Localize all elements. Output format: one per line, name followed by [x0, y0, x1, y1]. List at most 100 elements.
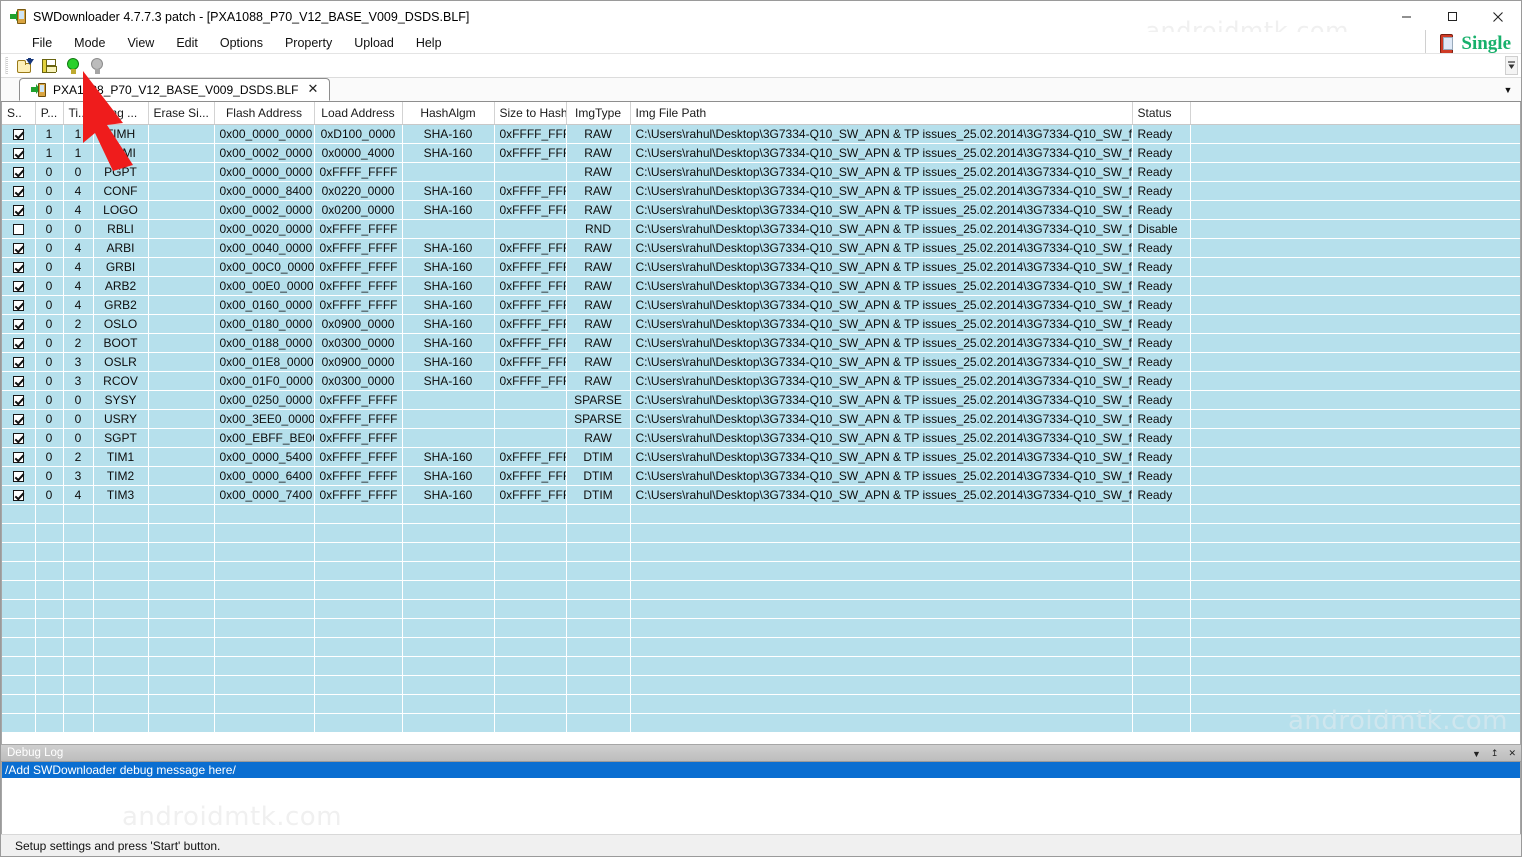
- row-checkbox[interactable]: [12, 261, 24, 273]
- table-row[interactable]: 1 1 OBMI 0x00_0002_0000 0x0000_4000 SHA-160 0x…: [2, 143, 1520, 163]
- row-select-cell[interactable]: [2, 238, 36, 258]
- row-select-cell[interactable]: [2, 124, 36, 144]
- row-checkbox[interactable]: [12, 242, 24, 254]
- row-select-cell[interactable]: [2, 162, 36, 182]
- table-row[interactable]: 0 4 LOGO 0x00_0002_0000 0x0200_0000 SHA-160 0x…: [2, 200, 1520, 220]
- table-row[interactable]: 0 4 GRBI 0x00_00C0_0000 0xFFFF_FFFF SHA-160 0x…: [2, 257, 1520, 277]
- row-checkbox[interactable]: [12, 489, 24, 501]
- menu-options[interactable]: Options: [209, 34, 274, 52]
- table-row[interactable]: 0 3 OSLR 0x00_01E8_0000 0x0900_0000 SHA-160 0x…: [2, 352, 1520, 372]
- empty-cell: [402, 599, 495, 619]
- menu-edit[interactable]: Edit: [165, 34, 209, 52]
- row-select-cell[interactable]: [2, 181, 36, 201]
- row-select-cell[interactable]: [2, 314, 36, 334]
- maximize-button[interactable]: [1429, 1, 1475, 32]
- menu-upload[interactable]: Upload: [343, 34, 405, 52]
- row-checkbox[interactable]: [12, 147, 24, 159]
- menu-mode[interactable]: Mode: [63, 34, 116, 52]
- row-checkbox[interactable]: [12, 470, 24, 482]
- close-button[interactable]: [1475, 1, 1521, 32]
- row-checkbox[interactable]: [12, 337, 24, 349]
- row-checkbox[interactable]: [12, 356, 24, 368]
- col-select[interactable]: S..: [2, 102, 36, 125]
- row-checkbox[interactable]: [12, 413, 24, 425]
- table-row[interactable]: 0 4 ARB2 0x00_00E0_0000 0xFFFF_FFFF SHA-160 0x…: [2, 276, 1520, 296]
- row-select-cell[interactable]: [2, 333, 36, 353]
- col-status[interactable]: Status: [1132, 102, 1191, 125]
- row-checkbox[interactable]: [12, 204, 24, 216]
- open-file-button[interactable]: [14, 55, 36, 76]
- debug-close-icon[interactable]: ✕: [1508, 748, 1516, 759]
- debug-log-line[interactable]: /Add SWDownloader debug message here/: [2, 762, 1520, 778]
- menu-help[interactable]: Help: [405, 34, 453, 52]
- row-checkbox[interactable]: [12, 451, 24, 463]
- table-row[interactable]: 0 2 BOOT 0x00_0188_0000 0x0300_0000 SHA-160 0x…: [2, 333, 1520, 353]
- row-select-cell[interactable]: [2, 200, 36, 220]
- app-icon: [10, 8, 26, 25]
- row-checkbox[interactable]: [12, 128, 24, 140]
- cell-hash: SHA-160: [402, 276, 495, 296]
- col-img-id[interactable]: Img ...: [93, 102, 149, 125]
- table-row[interactable]: 0 0 SGPT 0x00_EBFF_BE00 0xFFFF_FFFF RAW C:\Use…: [2, 428, 1520, 448]
- col-hash-algorithm[interactable]: HashAlgm: [402, 102, 495, 125]
- row-checkbox[interactable]: [12, 299, 24, 311]
- row-checkbox[interactable]: [12, 375, 24, 387]
- col-partition[interactable]: P...: [35, 102, 64, 125]
- tab-list-dropdown-icon[interactable]: ▼: [1501, 83, 1515, 97]
- table-row[interactable]: 0 0 RBLI 0x00_0020_0000 0xFFFF_FFFF RND C:\Use…: [2, 219, 1520, 239]
- row-select-cell[interactable]: [2, 295, 36, 315]
- row-select-cell[interactable]: [2, 219, 36, 239]
- debug-log-body[interactable]: /Add SWDownloader debug message here/ an…: [1, 762, 1521, 834]
- row-select-cell[interactable]: [2, 371, 36, 391]
- col-load-address[interactable]: Load Address: [314, 102, 403, 125]
- table-row[interactable]: 0 3 RCOV 0x00_01F0_0000 0x0300_0000 SHA-160 0x…: [2, 371, 1520, 391]
- col-img-type[interactable]: ImgType: [566, 102, 631, 125]
- row-checkbox[interactable]: [12, 318, 24, 330]
- col-erase-size[interactable]: Erase Si...: [148, 102, 215, 125]
- row-checkbox[interactable]: [12, 432, 24, 444]
- row-select-cell[interactable]: [2, 409, 36, 429]
- table-row[interactable]: 0 2 OSLO 0x00_0180_0000 0x0900_0000 SHA-160 0x…: [2, 314, 1520, 334]
- col-img-file-path[interactable]: Img File Path: [630, 102, 1133, 125]
- row-select-cell[interactable]: [2, 352, 36, 372]
- row-select-cell[interactable]: [2, 447, 36, 467]
- debug-pin-icon[interactable]: ↥: [1491, 748, 1499, 759]
- row-checkbox[interactable]: [12, 185, 24, 197]
- table-row[interactable]: 0 4 TIM3 0x00_0000_7400 0xFFFF_FFFF SHA-160 0x…: [2, 485, 1520, 505]
- minimize-button[interactable]: [1383, 1, 1429, 32]
- col-tim[interactable]: Ti...: [63, 102, 94, 125]
- save-file-button[interactable]: [38, 55, 60, 76]
- row-select-cell[interactable]: [2, 485, 36, 505]
- table-row[interactable]: 0 0 USRY 0x00_3EE0_0000 0xFFFF_FFFF SPARSE C:\…: [2, 409, 1520, 429]
- row-checkbox[interactable]: [12, 166, 24, 178]
- row-select-cell[interactable]: [2, 390, 36, 410]
- menu-view[interactable]: View: [116, 34, 165, 52]
- menu-property[interactable]: Property: [274, 34, 343, 52]
- start-button[interactable]: [62, 55, 84, 76]
- table-row[interactable]: 0 0 SYSY 0x00_0250_0000 0xFFFF_FFFF SPARSE C:\…: [2, 390, 1520, 410]
- stop-button[interactable]: [86, 55, 108, 76]
- row-checkbox[interactable]: [12, 223, 24, 235]
- table-row[interactable]: 0 4 GRB2 0x00_0160_0000 0xFFFF_FFFF SHA-160 0x…: [2, 295, 1520, 315]
- table-row[interactable]: 0 4 CONF 0x00_0000_8400 0x0220_0000 SHA-160 0x…: [2, 181, 1520, 201]
- toolbar-overflow-button[interactable]: [1505, 56, 1518, 75]
- row-select-cell[interactable]: [2, 257, 36, 277]
- toolbar-grip[interactable]: [5, 57, 8, 74]
- col-flash-address[interactable]: Flash Address: [214, 102, 315, 125]
- menu-file[interactable]: File: [21, 34, 63, 52]
- col-size-to-hash[interactable]: Size to Hash: [494, 102, 567, 125]
- tab-close-icon[interactable]: ✕: [306, 83, 321, 96]
- table-row[interactable]: 0 2 TIM1 0x00_0000_5400 0xFFFF_FFFF SHA-160 0x…: [2, 447, 1520, 467]
- row-select-cell[interactable]: [2, 466, 36, 486]
- debug-dropdown-icon[interactable]: ▼: [1472, 749, 1481, 759]
- row-select-cell[interactable]: [2, 428, 36, 448]
- row-checkbox[interactable]: [12, 280, 24, 292]
- table-row[interactable]: 1 1 TIMH 0x00_0000_0000 0xD100_0000 SHA-160 0x…: [2, 124, 1520, 144]
- row-select-cell[interactable]: [2, 276, 36, 296]
- table-row[interactable]: 0 4 ARBI 0x00_0040_0000 0xFFFF_FFFF SHA-160 0x…: [2, 238, 1520, 258]
- table-row[interactable]: 0 0 PGPT 0x00_0000_0000 0xFFFF_FFFF RAW C:\Use…: [2, 162, 1520, 182]
- tab-blf-file[interactable]: PXA1088_P70_V12_BASE_V009_DSDS.BLF ✕: [19, 78, 331, 101]
- row-select-cell[interactable]: [2, 143, 36, 163]
- table-row[interactable]: 0 3 TIM2 0x00_0000_6400 0xFFFF_FFFF SHA-160 0x…: [2, 466, 1520, 486]
- row-checkbox[interactable]: [12, 394, 24, 406]
